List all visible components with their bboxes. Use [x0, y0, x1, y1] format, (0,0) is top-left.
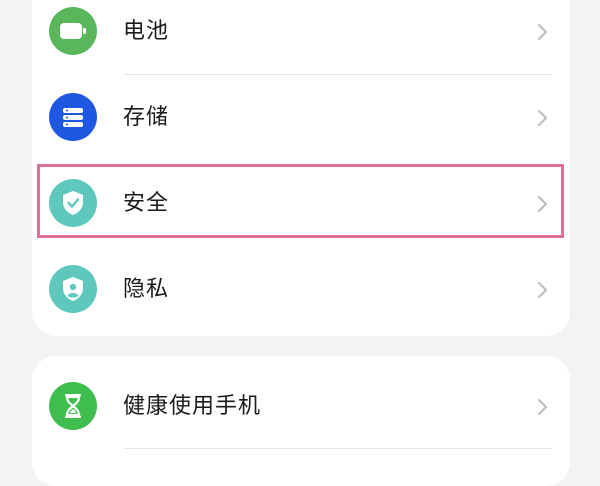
divider [123, 448, 552, 449]
chevron-right-icon [538, 282, 547, 298]
settings-item-privacy[interactable]: 隐私 [32, 247, 570, 333]
settings-item-label: 电池 [123, 19, 170, 44]
chevron-right-icon [538, 399, 547, 415]
hourglass-icon [49, 382, 97, 430]
settings-item-label: 隐私 [123, 277, 170, 302]
settings-item-security[interactable]: 安全 [32, 161, 570, 247]
privacy-shield-icon [49, 265, 97, 313]
settings-card-main: 电池 存储 安全 隐私 [32, 0, 570, 336]
shield-check-icon [49, 179, 97, 227]
chevron-right-icon [538, 196, 547, 212]
chevron-right-icon [538, 24, 547, 40]
settings-item-label: 健康使用手机 [123, 394, 262, 419]
battery-icon [49, 7, 97, 55]
settings-item-storage[interactable]: 存储 [32, 75, 570, 161]
settings-item-label: 安全 [123, 191, 170, 216]
settings-item-digital-balance[interactable]: 健康使用手机 [32, 364, 570, 450]
chevron-right-icon [538, 110, 547, 126]
settings-item-label: 存储 [123, 105, 170, 130]
storage-icon [49, 93, 97, 141]
settings-item-battery[interactable]: 电池 [32, 0, 570, 75]
settings-card-digital-balance: 健康使用手机 [32, 356, 570, 486]
